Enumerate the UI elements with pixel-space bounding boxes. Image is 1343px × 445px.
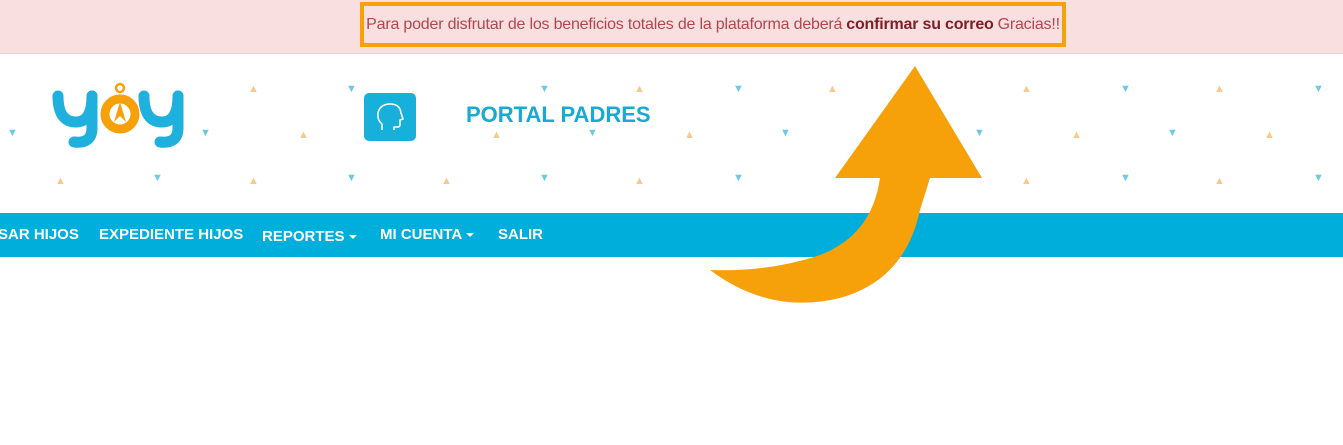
pattern-triangle: ▼ [346,83,357,95]
alert-text-before: Para poder disfrutar de los beneficios t… [366,15,843,33]
nav-reportes-dropdown[interactable]: REPORTES [262,228,357,245]
caret-down-icon [348,235,357,240]
pattern-triangle: ▲ [1214,83,1225,95]
pattern-triangle: ▼ [7,127,18,139]
nav-label: MI CUENTA [380,226,463,243]
pattern-triangle: ▲ [491,129,502,141]
nav-salir[interactable]: SALIR [498,226,543,243]
confirm-email-link[interactable]: confirmar su correo [846,16,994,34]
pattern-triangle: ▲ [827,83,838,95]
pattern-triangle: ▼ [152,172,163,184]
caret-down-icon [466,233,475,238]
nav-label: EXPEDIENTE HIJOS [99,226,244,243]
nav-expediente-hijos[interactable]: EXPEDIENTE HIJOS [99,226,243,243]
pattern-triangle: ▼ [539,83,550,95]
pattern-triangle: ▲ [1021,175,1032,187]
header: ▼ ▲ ▼ ▼ ▲ ▲ ▲ ▼ ▼ ▲ ▲ ▼ ▼ ▼ ▲ ▲ ▲ ▼ ▼ ▼ … [0,54,1343,213]
pattern-triangle: ▲ [1264,129,1275,141]
pattern-triangle: ▼ [539,172,550,184]
pattern-triangle: ▲ [248,83,259,95]
nav-label: SAR HIJOS [0,226,79,243]
pattern-triangle: ▲ [248,175,259,187]
pattern-triangle: ▼ [1167,127,1178,139]
main-navbar: SAR HIJOS EXPEDIENTE HIJOS REPORTES MI C… [0,213,1343,257]
pattern-triangle: ▲ [634,83,645,95]
pattern-triangle: ▲ [1214,175,1225,187]
nav-mi-cuenta-dropdown[interactable]: MI CUENTA [380,226,475,243]
nav-label: SALIR [498,226,543,243]
pattern-triangle: ▼ [1120,172,1131,184]
pattern-triangle: ▼ [780,127,791,139]
alert-text-after: Gracias!! [997,15,1060,33]
pattern-triangle: ▼ [200,127,211,139]
nav-buscar-hijos[interactable]: SAR HIJOS [0,226,79,243]
pattern-triangle: ▼ [733,83,744,95]
pattern-triangle: ▼ [733,172,744,184]
pattern-triangle: ▼ [974,127,985,139]
head-profile-icon [364,93,416,141]
alert-banner: Para poder disfrutar de los beneficios t… [0,0,1343,54]
pattern-triangle: ▲ [684,129,695,141]
pattern-triangle: ▲ [1021,83,1032,95]
pattern-triangle: ▲ [1071,129,1082,141]
pattern-triangle: ▲ [298,129,309,141]
pattern-triangle: ▲ [55,175,66,187]
pattern-triangle: ▼ [346,172,357,184]
yoy-logo[interactable]: yoy [52,82,188,148]
pattern-triangle: ▲ [441,175,452,187]
pattern-triangle: ▼ [1313,172,1324,184]
nav-label: REPORTES [262,228,345,245]
pattern-triangle: ▼ [1313,83,1324,95]
portal-title: PORTAL PADRES [466,102,651,127]
pattern-triangle: ▲ [634,175,645,187]
pattern-triangle: ▼ [1120,83,1131,95]
pattern-triangle: ▼ [587,127,598,139]
alert-highlight-box: Para poder disfrutar de los beneficios t… [360,2,1066,47]
